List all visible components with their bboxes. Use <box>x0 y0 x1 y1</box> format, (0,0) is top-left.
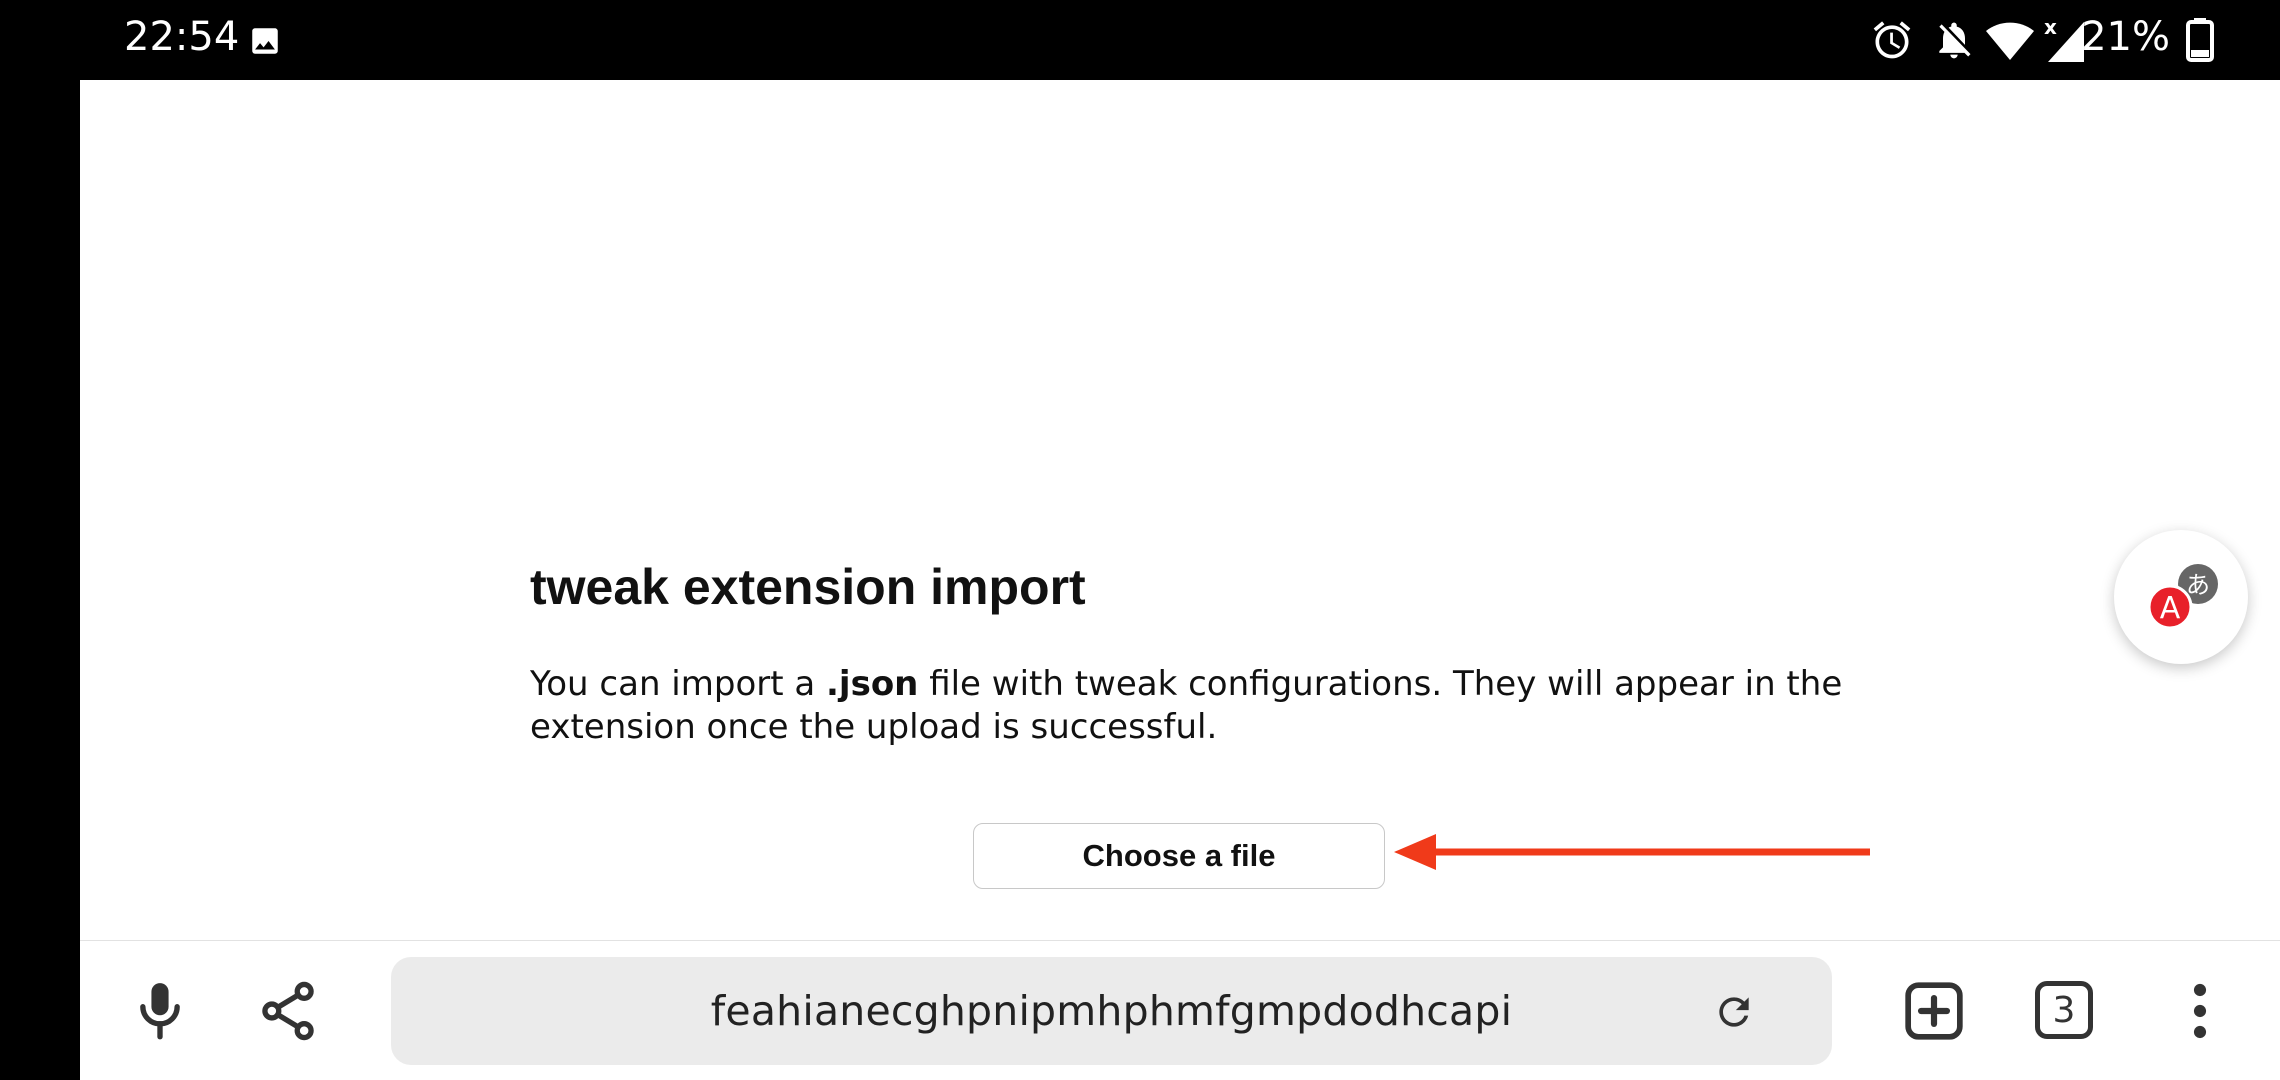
new-tab-icon[interactable] <box>1900 977 1968 1045</box>
address-bar[interactable]: feahianecghpnipmhphmfgmpdodhcapi <box>391 957 1832 1065</box>
battery-percentage: 21% <box>2081 14 2170 60</box>
translate-icon: あ A <box>2147 564 2218 630</box>
more-vert-icon[interactable] <box>2180 977 2220 1045</box>
share-icon[interactable] <box>254 977 322 1045</box>
description-text-start: You can import a <box>530 664 827 704</box>
tab-count-button[interactable]: 3 <box>2035 981 2093 1039</box>
choose-file-button[interactable]: Choose a file <box>973 823 1385 889</box>
description-json-emphasis: .json <box>826 664 919 704</box>
signal-icon: x <box>2044 15 2084 67</box>
status-bar: 22:54 x 21% <box>0 0 2280 80</box>
reload-icon[interactable] <box>1709 987 1759 1037</box>
translate-badge-letter: A <box>2160 591 2181 626</box>
web-content: tweak extension import You can import a … <box>80 80 2280 940</box>
microphone-icon[interactable] <box>126 977 194 1045</box>
screen-cutout <box>0 80 80 1080</box>
page-description: You can import a .json file with tweak c… <box>530 663 1870 749</box>
browser-toolbar: feahianecghpnipmhphmfgmpdodhcapi 3 <box>80 940 2280 1080</box>
wifi-icon <box>1986 18 2034 67</box>
image-icon <box>248 24 282 63</box>
translate-glyph: あ <box>2186 571 2210 599</box>
battery-icon <box>2186 18 2214 67</box>
svg-text:x: x <box>2044 16 2057 39</box>
translate-button[interactable]: あ A <box>2114 530 2248 664</box>
red-arrow-annotation <box>1394 834 1870 870</box>
alarm-icon <box>1870 18 1914 67</box>
notifications-off-icon <box>1932 18 1976 67</box>
status-time: 22:54 <box>124 14 240 60</box>
url-text[interactable]: feahianecghpnipmhphmfgmpdodhcapi <box>391 957 1832 1065</box>
page-title: tweak extension import <box>530 559 1086 615</box>
